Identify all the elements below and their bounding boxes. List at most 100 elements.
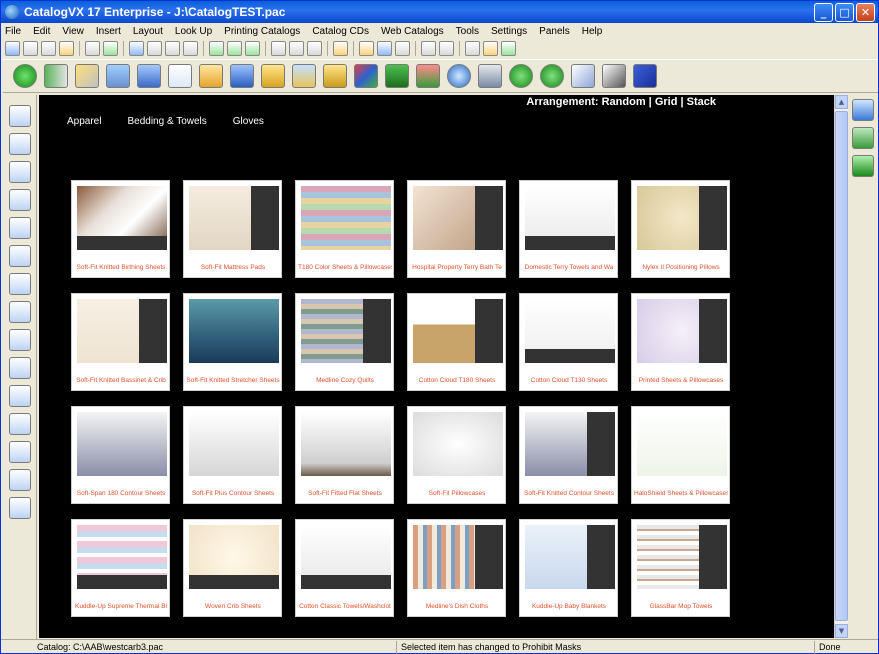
product-card[interactable]: Soft-Fit Fitted Flat Sheets (295, 406, 394, 504)
product-name[interactable]: Domestic Terry Towels and Wa (522, 264, 616, 271)
menu-insert[interactable]: Insert (96, 26, 121, 37)
product-name[interactable]: GlassBar Mop Towels (634, 603, 728, 610)
flat-sheets-photo[interactable] (301, 412, 391, 476)
product-card[interactable]: Kuddle-Up Supreme Thermal Bl (71, 519, 170, 617)
arrangement-grid-link[interactable]: Grid (655, 96, 678, 108)
product-card[interactable]: Printed Sheets & Pillowcases (631, 293, 730, 391)
table-icon[interactable] (209, 41, 224, 56)
export-icon[interactable] (106, 64, 130, 88)
menu-settings[interactable]: Settings (491, 26, 527, 37)
menu-edit[interactable]: Edit (33, 26, 50, 37)
eraser-icon[interactable] (465, 41, 480, 56)
product-name[interactable]: Soft-Fit Fitted Flat Sheets (298, 490, 392, 497)
product-card[interactable]: Soft-Fit Plus Contour Sheets (183, 406, 282, 504)
spreadsheet-icon[interactable] (8, 413, 31, 435)
product-card[interactable]: Soft-Fit Knitted Bassinet & Crib (71, 293, 170, 391)
forward-arrow-icon[interactable] (540, 64, 564, 88)
menu-view[interactable]: View (62, 26, 84, 37)
product-name[interactable]: Soft-Fit Knitted Bassinet & Crib (74, 377, 168, 384)
product-name[interactable]: Cotton Cloud T130 Sheets (522, 377, 616, 384)
dish-photo[interactable] (413, 525, 503, 589)
layout-grid-icon[interactable] (147, 41, 162, 56)
pillows-photo[interactable] (637, 186, 727, 250)
new-page-icon[interactable] (5, 41, 20, 56)
product-card[interactable]: Cotton Cloud T180 Sheets (407, 293, 506, 391)
menu-panels[interactable]: Panels (539, 26, 570, 37)
product-name[interactable]: Printed Sheets & Pillowcases (634, 377, 728, 384)
document-list-icon[interactable] (8, 105, 31, 127)
bassinet-photo[interactable] (77, 299, 167, 363)
product-name[interactable]: Soft-Fit Knitted Birthing Sheets (74, 264, 168, 271)
book-icon[interactable] (323, 64, 347, 88)
product-card[interactable]: Soft-Fit Knitted Stretcher Sheets (183, 293, 282, 391)
product-name[interactable]: Medline's Dish Cloths (410, 603, 504, 610)
image-icon[interactable] (852, 127, 874, 149)
product-card[interactable]: Nylex II Positioning Pillows (631, 180, 730, 278)
sort-down-icon[interactable] (8, 133, 31, 155)
terry-photo[interactable] (413, 186, 503, 250)
product-name[interactable]: Cotton Classic Towels/Washclot (298, 603, 392, 610)
monitor-icon[interactable] (852, 99, 874, 121)
cd-icon[interactable] (447, 64, 471, 88)
product-name[interactable]: Kuddle-Up Baby Blankets (522, 603, 616, 610)
layout-icon[interactable] (129, 41, 144, 56)
product-name[interactable]: T180 Color Sheets & Pillowcases (298, 264, 392, 271)
crib-photo[interactable] (189, 525, 279, 589)
title-bar[interactable]: CatalogVX 17 Enterprise - J:\CatalogTEST… (1, 1, 878, 23)
zoom-in-icon[interactable] (8, 189, 31, 211)
monitor-star-icon[interactable] (633, 64, 657, 88)
product-card[interactable]: Woven Crib Sheets (183, 519, 282, 617)
menu-layout[interactable]: Layout (133, 26, 163, 37)
product-card[interactable]: T180 Color Sheets & Pillowcases (295, 180, 394, 278)
product-card[interactable]: Kuddle-Up Baby Blankets (519, 519, 618, 617)
category-gloves[interactable]: Gloves (233, 116, 264, 127)
product-card[interactable]: Medline Cozy Quilts (295, 293, 394, 391)
grid-icon[interactable] (227, 41, 242, 56)
wand-icon[interactable] (75, 64, 99, 88)
cart-icon[interactable] (416, 64, 440, 88)
panel-icon[interactable] (8, 497, 31, 519)
basket-photo[interactable] (413, 299, 503, 363)
bed-photo[interactable] (77, 186, 167, 250)
product-card[interactable]: Domestic Terry Towels and Wa (519, 180, 618, 278)
page-prev-icon[interactable] (271, 41, 286, 56)
layout-move-icon[interactable] (165, 41, 180, 56)
product-name[interactable]: Nylex II Positioning Pillows (634, 264, 728, 271)
open-icon[interactable] (199, 64, 223, 88)
diagram-photo[interactable] (637, 412, 727, 476)
product-card[interactable]: HaloShield Sheets & Pillowcases (631, 406, 730, 504)
product-card[interactable]: Soft-Fit Knitted Birthing Sheets (71, 180, 170, 278)
product-card[interactable]: Cotton Cloud T130 Sheets (519, 293, 618, 391)
document-icon[interactable] (85, 41, 100, 56)
scroll-thumb[interactable] (835, 111, 848, 621)
maximize-button[interactable]: □ (835, 3, 854, 22)
copy-page-icon[interactable] (41, 41, 56, 56)
classic-towels-photo[interactable] (301, 525, 391, 589)
scroll-up-icon[interactable]: ▲ (835, 95, 848, 109)
usb-icon[interactable] (602, 64, 626, 88)
frame-icon[interactable] (245, 41, 260, 56)
globe-icon[interactable] (103, 41, 118, 56)
folder-icon[interactable] (261, 64, 285, 88)
chain-link-icon[interactable] (852, 155, 874, 177)
menu-help[interactable]: Help (582, 26, 603, 37)
back-arrow-icon[interactable] (509, 64, 533, 88)
thermal-photo[interactable] (77, 525, 167, 589)
home-icon[interactable] (13, 64, 37, 88)
new-document-icon[interactable] (168, 64, 192, 88)
product-name[interactable]: Soft-Fit Mattress Pads (186, 264, 280, 271)
printed-photo[interactable] (637, 299, 727, 363)
move-up-down-icon[interactable] (8, 245, 31, 267)
print-icon[interactable] (439, 41, 454, 56)
upload-icon[interactable] (571, 64, 595, 88)
category-apparel[interactable]: Apparel (67, 116, 101, 127)
hierarchy-icon[interactable] (8, 441, 31, 463)
product-name[interactable]: Soft-Fit Knitted Contour Sheets (522, 490, 616, 497)
scroll-down-icon[interactable]: ▼ (835, 624, 848, 638)
plus-contour-photo[interactable] (189, 412, 279, 476)
home-page-icon[interactable] (8, 329, 31, 351)
page-next-icon[interactable] (307, 41, 322, 56)
product-name[interactable]: Soft-Fit Pillowcases (410, 490, 504, 497)
close-button[interactable]: ✕ (856, 3, 875, 22)
baby-blanket-photo[interactable] (525, 525, 615, 589)
